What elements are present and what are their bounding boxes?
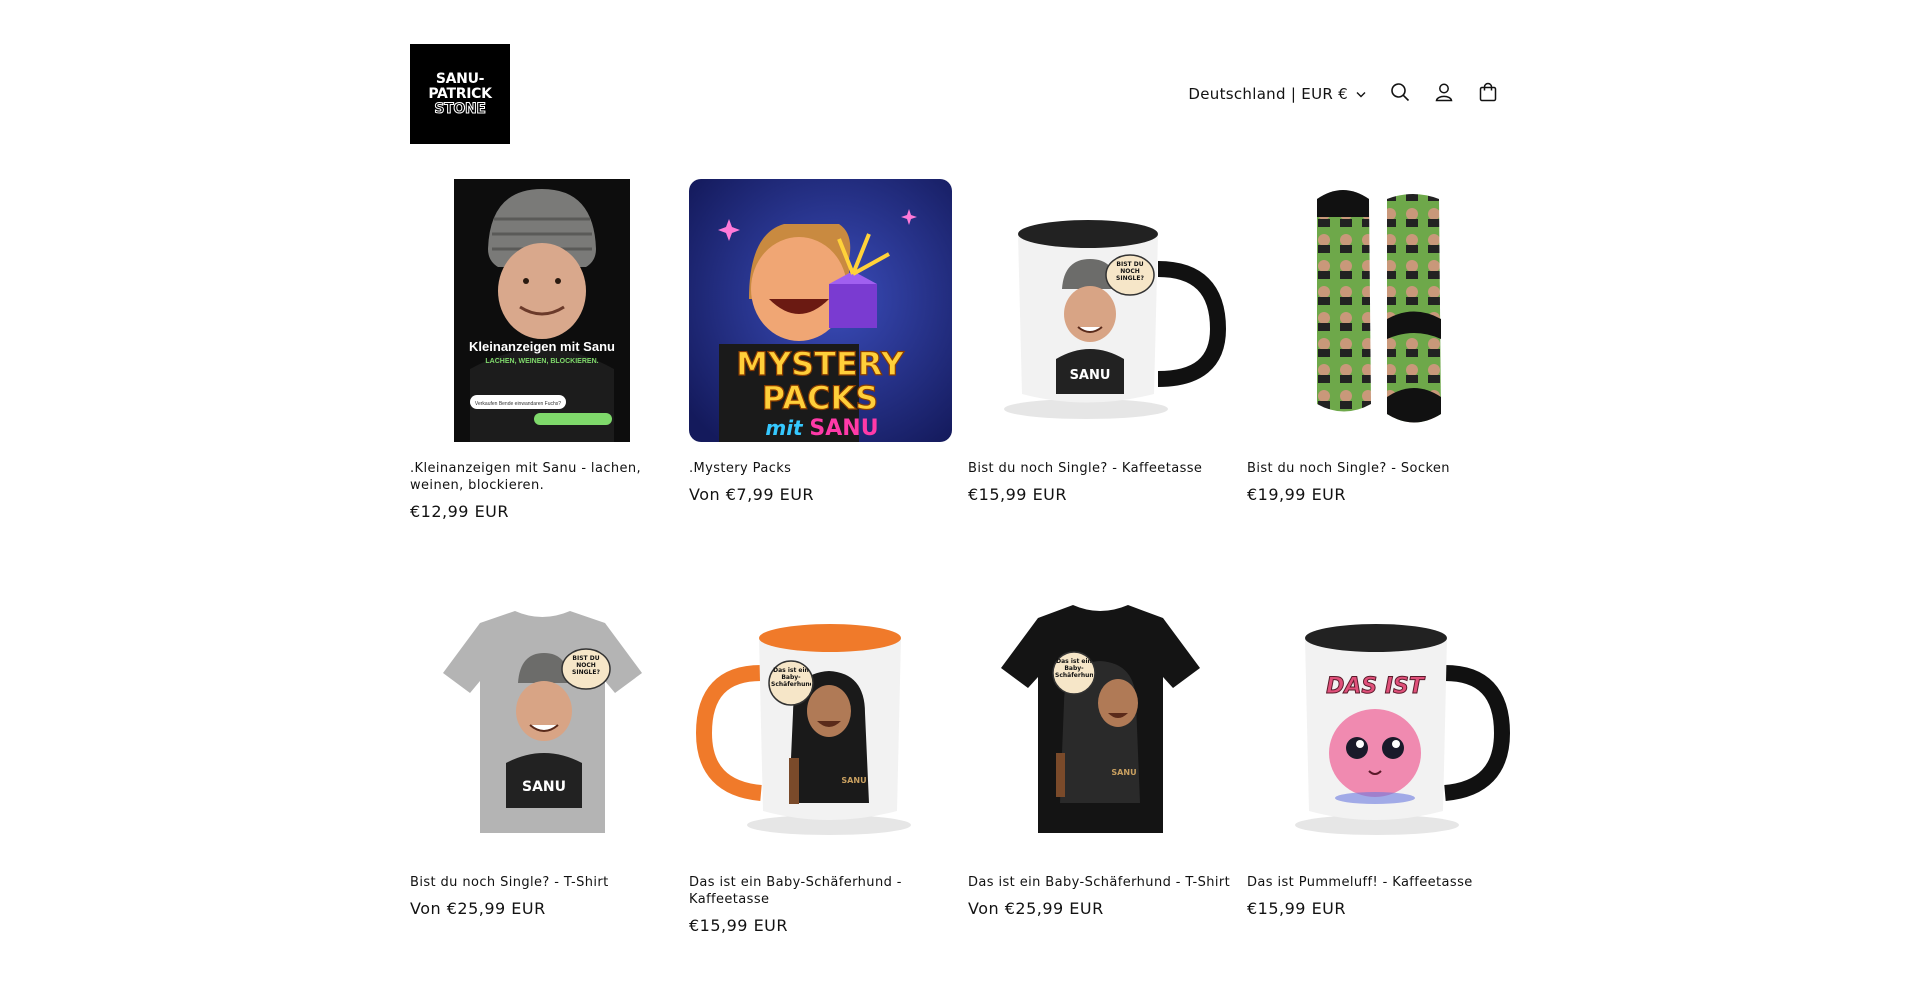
product-title[interactable]: Bist du noch Single? - T-Shirt [410,874,673,891]
image-chat-bubble: Verkaufen Bende einwandaren Fuchs? [475,401,561,407]
search-icon [1390,82,1410,106]
brand-line-3: STONE [434,100,487,117]
product-grid: Kleinanzeigen mit Sanu LACHEN, WEINEN, B… [410,179,1510,935]
image-caption: DAS IST [1326,674,1426,699]
product-image[interactable]: SANU Das ist ein Baby-Schäferhund [968,593,1231,856]
product-card[interactable]: Bist du noch Single? - Socken €19,99 EUR [1247,179,1510,521]
product-image[interactable]: SANU Das ist ein Baby-Schäferhund [689,593,952,856]
image-caption: Kleinanzeigen mit Sanu [469,339,615,354]
product-title[interactable]: .Kleinanzeigen mit Sanu - lachen, weinen… [410,460,673,494]
account-button[interactable] [1422,72,1466,116]
image-caption: SANU [841,776,866,785]
product-title[interactable]: Bist du noch Single? - Socken [1247,460,1510,477]
cart-bag-icon [1478,82,1498,106]
product-card[interactable]: Kleinanzeigen mit Sanu LACHEN, WEINEN, B… [410,179,673,521]
product-title[interactable]: Das ist ein Baby-Schäferhund - T-Shirt [968,874,1231,891]
cart-button[interactable] [1466,72,1510,116]
brand-line-2: PATRICK [428,85,492,102]
user-icon [1434,82,1454,106]
product-title[interactable]: Das ist Pummeluff! - Kaffeetasse [1247,874,1510,891]
product-image[interactable] [1247,179,1510,442]
site-header: SANU- PATRICK STONE Deutschland | EUR € [410,44,1510,144]
speech-bubble-text: BIST DU NOCH SINGLE? [1116,261,1144,282]
brand-logo[interactable]: SANU- PATRICK STONE [410,44,510,144]
product-card[interactable]: MYSTERY PACKS mit SANU .Mystery Packs Vo… [689,179,952,521]
product-price: €15,99 EUR [1247,899,1347,918]
product-price: Von €7,99 EUR [689,485,815,504]
product-image[interactable]: Kleinanzeigen mit Sanu LACHEN, WEINEN, B… [410,179,673,442]
product-card[interactable]: DAS IST Das ist Pummeluff! - Kaffeetasse… [1247,593,1510,935]
product-price: €15,99 EUR [689,916,789,935]
search-button[interactable] [1378,72,1422,116]
product-title[interactable]: .Mystery Packs [689,460,952,477]
image-caption-4: SANU [809,416,878,441]
product-image[interactable]: SANU BIST DU NOCH SINGLE? [968,179,1231,442]
product-card[interactable]: SANU BIST DU NOCH SINGLE? Bist du noch S… [410,593,673,935]
product-card[interactable]: SANU Das ist ein Baby-Schäferhund Das is… [689,593,952,935]
locale-label: Deutschland | EUR € [1188,85,1348,103]
image-caption: SANU [1111,768,1136,777]
speech-bubble-text: Das ist ein Baby-Schäferhund [1055,658,1093,679]
brand-line-1: SANU- [435,70,485,87]
image-subcaption: LACHEN, WEINEN, BLOCKIEREN. [485,358,598,365]
product-title[interactable]: Bist du noch Single? - Kaffeetasse [968,460,1231,477]
speech-bubble-text: BIST DU NOCH SINGLE? [572,655,600,676]
product-price: Von €25,99 EUR [968,899,1104,918]
header-actions: Deutschland | EUR € [1188,72,1510,116]
product-card[interactable]: SANU Das ist ein Baby-Schäferhund Das is… [968,593,1231,935]
image-caption-3: mit [765,416,804,440]
locale-selector[interactable]: Deutschland | EUR € [1188,85,1366,103]
product-image[interactable]: DAS IST [1247,593,1510,856]
product-image[interactable]: MYSTERY PACKS mit SANU [689,179,952,442]
speech-bubble-text: Das ist ein Baby-Schäferhund [771,667,811,688]
product-price: €19,99 EUR [1247,485,1347,504]
product-price: €15,99 EUR [968,485,1068,504]
image-caption: MYSTERY [736,345,905,383]
product-price: €12,99 EUR [410,502,510,521]
image-caption-2: PACKS [762,379,879,417]
product-price: Von €25,99 EUR [410,899,546,918]
image-caption: SANU [522,779,566,795]
image-caption: SANU [1070,368,1111,383]
product-title[interactable]: Das ist ein Baby-Schäferhund - Kaffeetas… [689,874,952,908]
chevron-down-icon [1356,91,1366,98]
product-image[interactable]: SANU BIST DU NOCH SINGLE? [410,593,673,856]
product-card[interactable]: SANU BIST DU NOCH SINGLE? Bist du noch S… [968,179,1231,521]
